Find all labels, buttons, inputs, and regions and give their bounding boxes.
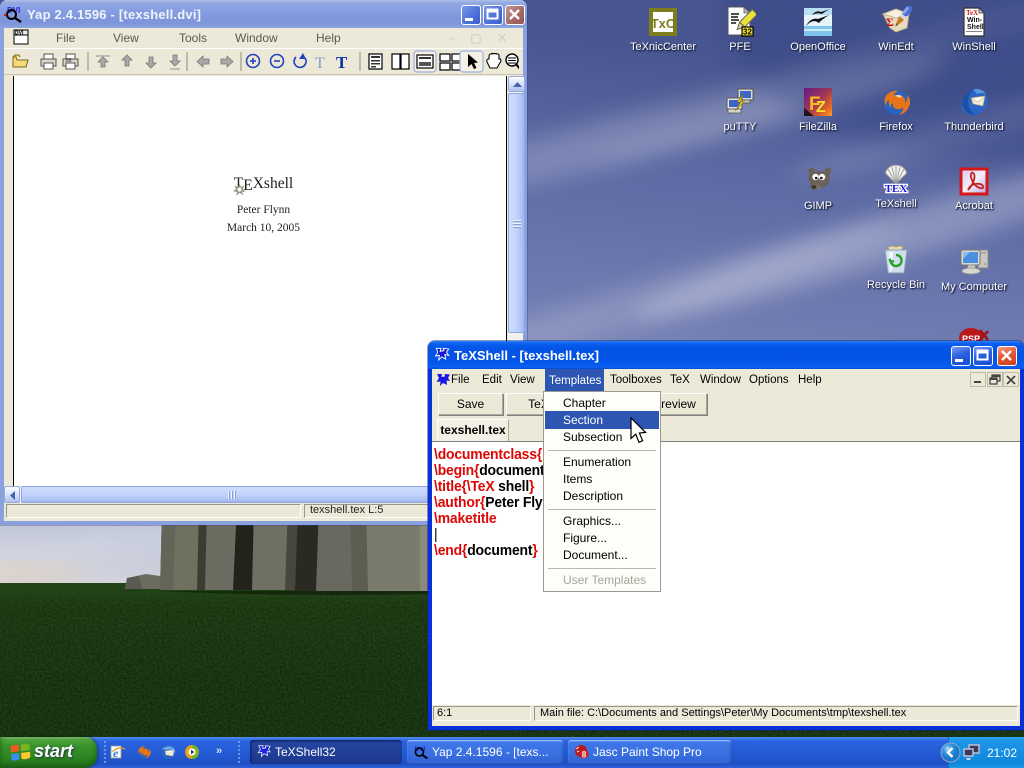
svg-text:8: 8 (582, 750, 587, 760)
svg-text:TxC: TxC (651, 16, 676, 31)
svg-text:T: T (315, 55, 325, 72)
svg-text:TEX: TEX (885, 183, 908, 195)
svg-text:Win-: Win- (967, 17, 983, 24)
svg-text:TeX: TeX (966, 9, 978, 17)
svg-text:Z: Z (816, 99, 826, 116)
svg-text:DVI: DVI (15, 31, 24, 37)
svg-text:Shell: Shell (967, 24, 984, 31)
svg-text:T: T (336, 53, 348, 72)
svg-text:32: 32 (743, 28, 752, 37)
svg-text:88: 88 (66, 58, 72, 64)
svg-text:Σ: Σ (886, 15, 894, 29)
